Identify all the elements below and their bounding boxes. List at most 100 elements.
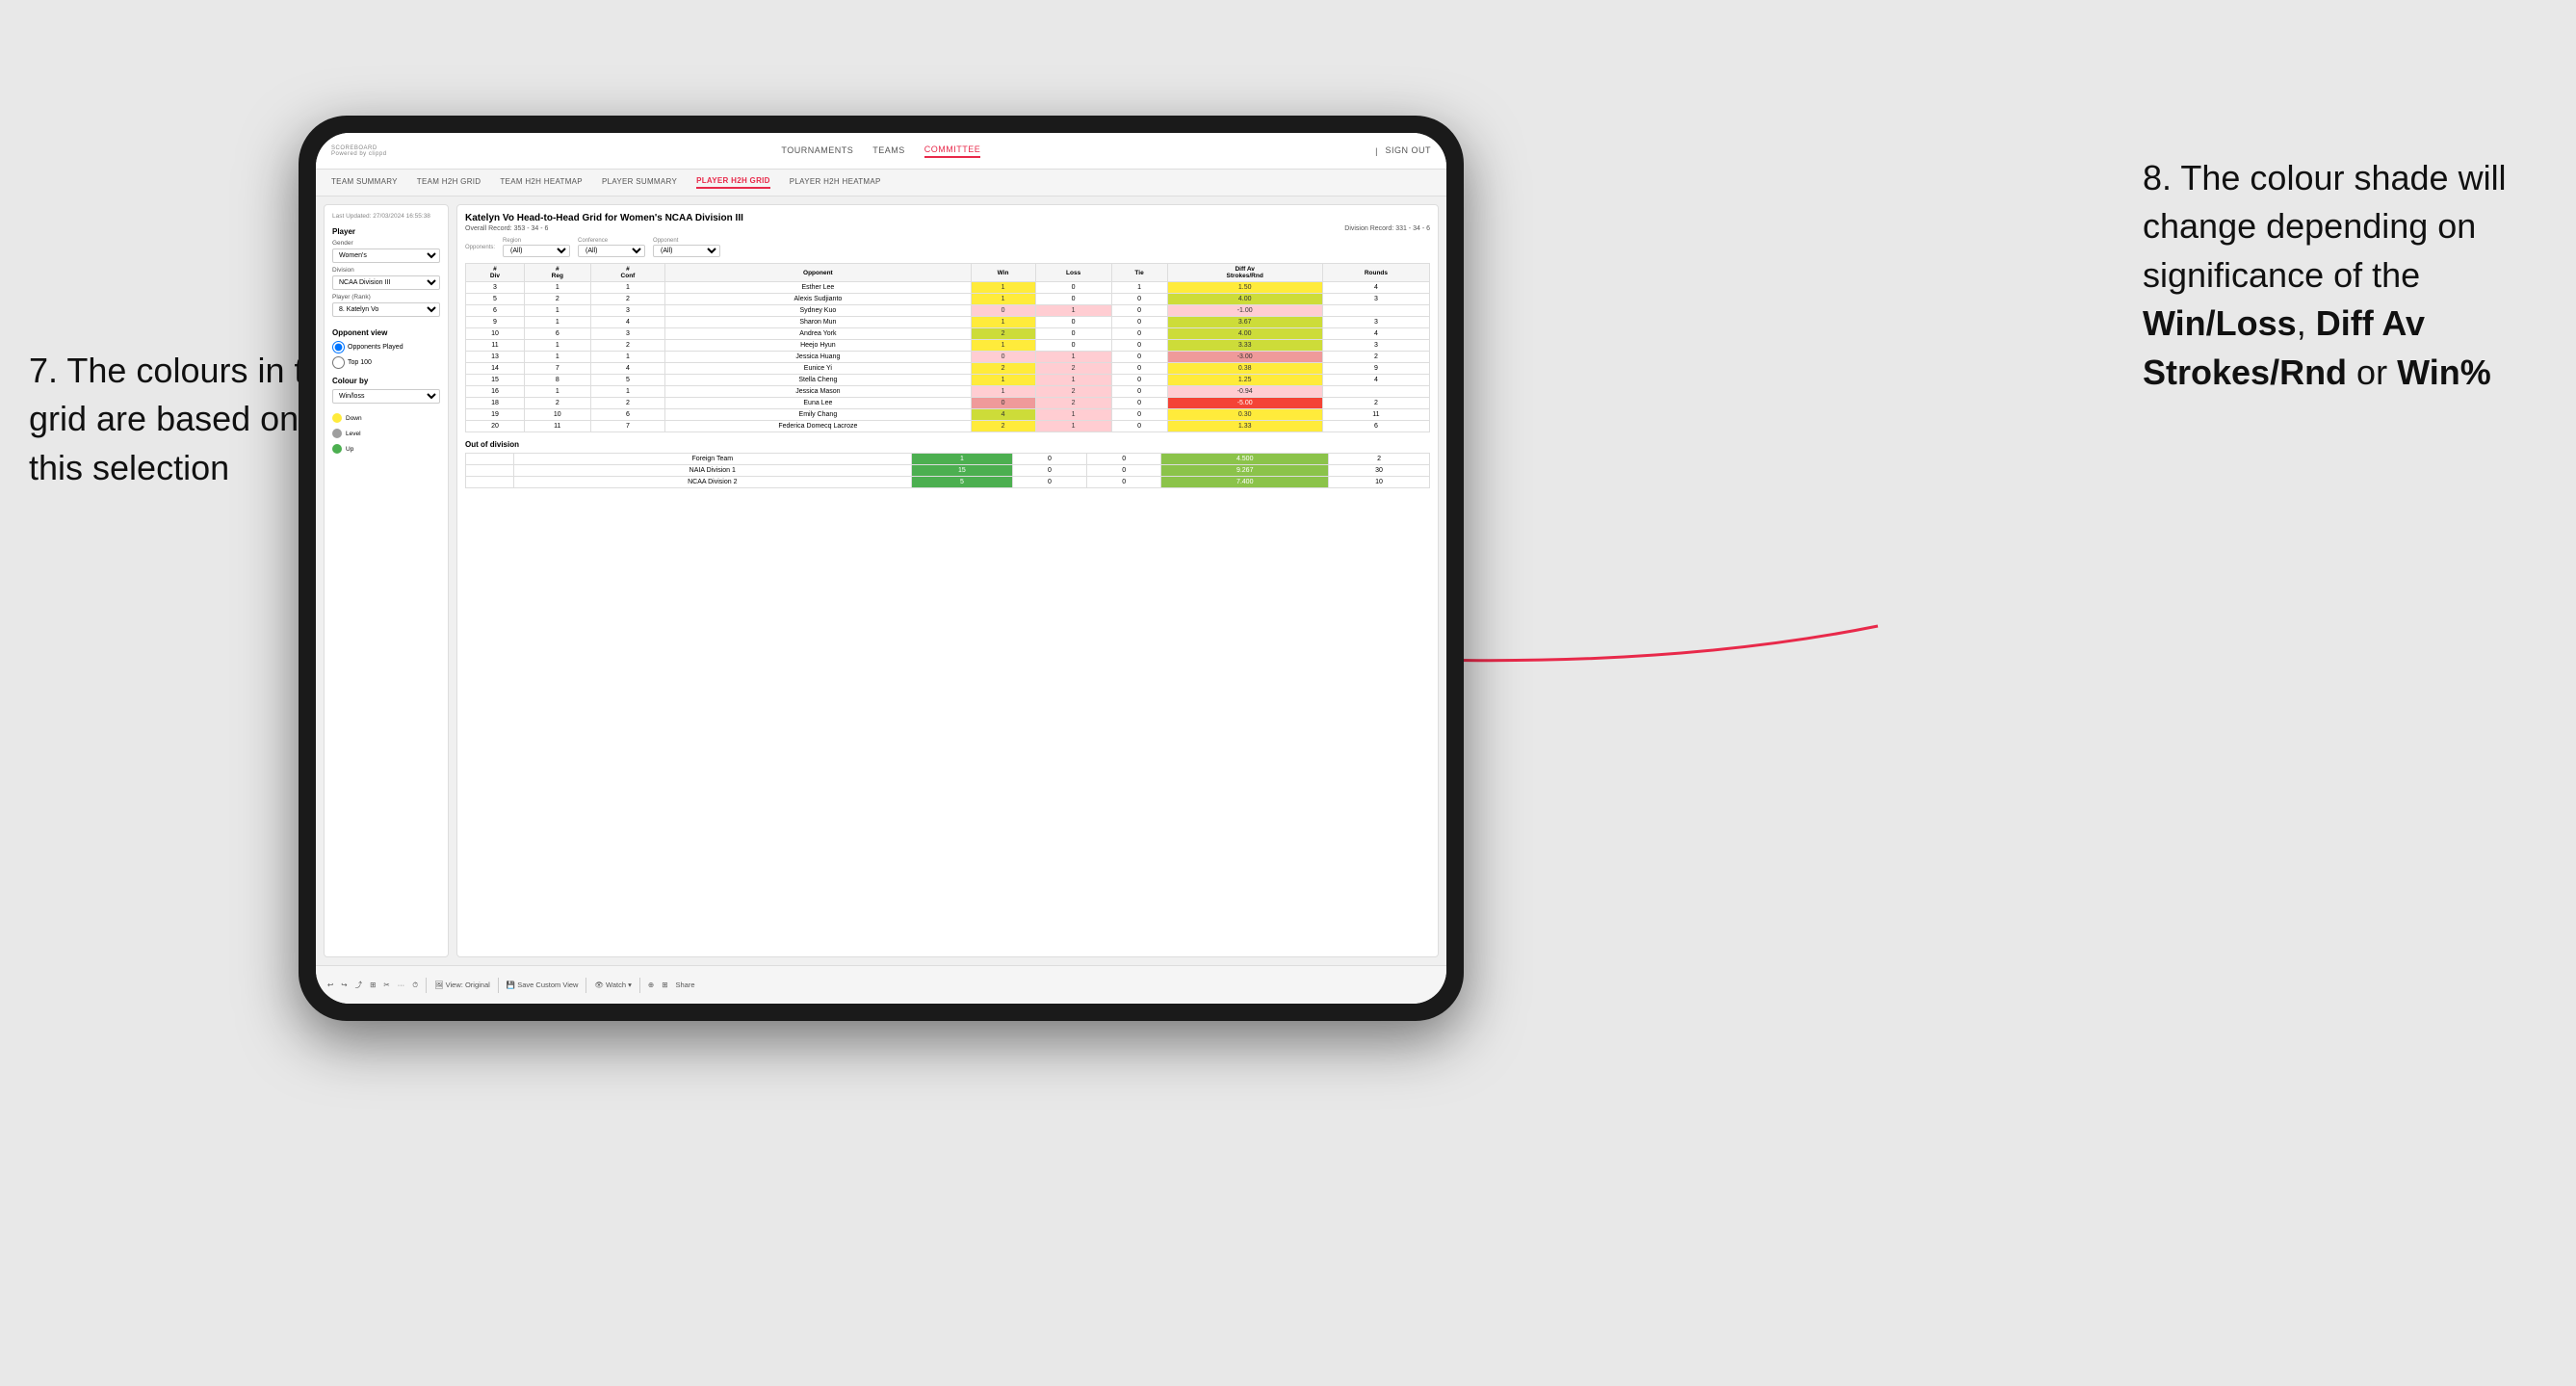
cell-opponent: Eunice Yi xyxy=(665,363,971,375)
cell-diff: -5.00 xyxy=(1167,398,1322,409)
cell-opponent: Heejo Hyun xyxy=(665,340,971,352)
cell-win: 1 xyxy=(971,340,1035,352)
cell-tie: 0 xyxy=(1111,386,1167,398)
tablet-device: SCOREBOARD Powered by clippd TOURNAMENTS… xyxy=(299,116,1464,1021)
region-select[interactable]: (All) xyxy=(503,245,570,257)
cell-win: 0 xyxy=(971,352,1035,363)
subnav-team-summary[interactable]: TEAM SUMMARY xyxy=(331,177,398,188)
cell-diff: 0.30 xyxy=(1167,409,1322,421)
cell-div: 13 xyxy=(466,352,525,363)
toolbar-view-original[interactable]: 🖼 View: Original xyxy=(434,981,490,989)
cell-diff: 3.33 xyxy=(1167,340,1322,352)
cell-div: 15 xyxy=(466,375,525,386)
radio-top100[interactable]: Top 100 xyxy=(332,356,440,369)
table-row: 9 1 4 Sharon Mun 1 0 0 3.67 3 xyxy=(466,317,1430,328)
col-diff: Diff AvStrokes/Rnd xyxy=(1167,264,1322,282)
toolbar-share[interactable]: Share xyxy=(675,981,694,989)
annotation-left-text: The colours in the grid are based on thi… xyxy=(29,351,343,487)
cell-loss: 0 xyxy=(1035,294,1111,305)
annotation-right-number: 8. xyxy=(2143,158,2172,197)
colour-by-select[interactable]: Win/loss xyxy=(332,389,440,404)
col-opponent: Opponent xyxy=(665,264,971,282)
subnav-player-h2h-heatmap[interactable]: PLAYER H2H HEATMAP xyxy=(790,177,881,188)
cell-rounds: 3 xyxy=(1322,294,1429,305)
nav-teams[interactable]: TEAMS xyxy=(872,145,905,157)
toolbar-dots[interactable]: ··· xyxy=(398,981,405,989)
cell-diff: 1.25 xyxy=(1167,375,1322,386)
ood-cell-tie: 0 xyxy=(1087,465,1161,477)
sidebar-timestamp: Last Updated: 27/03/2024 16:55:38 xyxy=(332,213,440,220)
cell-conf: 4 xyxy=(590,363,665,375)
cell-loss: 2 xyxy=(1035,386,1111,398)
conference-select[interactable]: (All) xyxy=(578,245,645,257)
cell-diff: 3.67 xyxy=(1167,317,1322,328)
col-win: Win xyxy=(971,264,1035,282)
ood-table: Foreign Team 1 0 0 4.500 2 NAIA Division… xyxy=(465,453,1430,488)
subnav-team-h2h-grid[interactable]: TEAM H2H GRID xyxy=(417,177,481,188)
cell-conf: 2 xyxy=(590,398,665,409)
cell-rounds: 4 xyxy=(1322,375,1429,386)
cell-reg: 7 xyxy=(524,363,590,375)
radio-opponents-played-input[interactable] xyxy=(332,341,345,353)
cell-loss: 0 xyxy=(1035,317,1111,328)
ood-cell-empty xyxy=(466,477,514,488)
opponent-select[interactable]: (All) xyxy=(653,245,720,257)
opponents-filter-label: Opponents: xyxy=(465,245,495,250)
cell-div: 5 xyxy=(466,294,525,305)
cell-tie: 0 xyxy=(1111,317,1167,328)
cell-reg: 10 xyxy=(524,409,590,421)
cell-rounds: 2 xyxy=(1322,352,1429,363)
col-loss: Loss xyxy=(1035,264,1111,282)
cell-tie: 0 xyxy=(1111,363,1167,375)
ood-cell-loss: 0 xyxy=(1012,477,1086,488)
toolbar-undo[interactable]: ↩ xyxy=(327,981,333,989)
legend-up-label: Up xyxy=(346,446,353,453)
legend-level-label: Level xyxy=(346,431,361,437)
radio-top100-input[interactable] xyxy=(332,356,345,369)
cell-div: 14 xyxy=(466,363,525,375)
annotation-left-number: 7. xyxy=(29,351,58,390)
toolbar-grid[interactable]: ⊞ xyxy=(370,981,376,989)
subnav-player-h2h-grid[interactable]: PLAYER H2H GRID xyxy=(696,176,770,189)
legend-up-circle xyxy=(332,444,342,454)
ood-cell-label: NCAA Division 2 xyxy=(513,477,911,488)
sidebar-player-rank-select[interactable]: 8. Katelyn Vo xyxy=(332,302,440,317)
toolbar-cut[interactable]: ✂ xyxy=(383,981,389,989)
toolbar-plus[interactable]: ⊕ xyxy=(648,981,654,989)
cell-loss: 1 xyxy=(1035,375,1111,386)
annotation-right-text: The colour shade will change depending o… xyxy=(2143,158,2507,392)
cell-conf: 6 xyxy=(590,409,665,421)
cell-reg: 1 xyxy=(524,305,590,317)
radio-opponents-played[interactable]: Opponents Played xyxy=(332,341,440,353)
ood-row: Foreign Team 1 0 0 4.500 2 xyxy=(466,454,1430,465)
cell-tie: 0 xyxy=(1111,421,1167,432)
toolbar-watch[interactable]: 👁 Watch ▾ xyxy=(594,981,631,989)
main-grid: Katelyn Vo Head-to-Head Grid for Women's… xyxy=(456,204,1439,957)
toolbar-save-custom[interactable]: 💾 Save Custom View xyxy=(507,981,579,989)
cell-div: 20 xyxy=(466,421,525,432)
cell-win: 1 xyxy=(971,317,1035,328)
cell-opponent: Sharon Mun xyxy=(665,317,971,328)
legend-down-circle xyxy=(332,413,342,423)
cell-loss: 1 xyxy=(1035,352,1111,363)
subnav-team-h2h-heatmap[interactable]: TEAM H2H HEATMAP xyxy=(500,177,583,188)
sign-out-link[interactable]: Sign out xyxy=(1385,145,1431,157)
cell-reg: 1 xyxy=(524,386,590,398)
sidebar-gender-select[interactable]: Women's xyxy=(332,248,440,263)
sidebar-division-select[interactable]: NCAA Division III xyxy=(332,275,440,290)
cell-opponent: Sydney Kuo xyxy=(665,305,971,317)
toolbar-timer[interactable]: ⏱ xyxy=(412,981,418,990)
table-row: 18 2 2 Euna Lee 0 2 0 -5.00 2 xyxy=(466,398,1430,409)
toolbar-divider-3 xyxy=(585,978,586,993)
legend-level-circle xyxy=(332,429,342,438)
toolbar-redo[interactable]: ↪ xyxy=(341,981,347,989)
nav-committee[interactable]: COMMITTEE xyxy=(924,144,981,158)
nav-tournaments[interactable]: TOURNAMENTS xyxy=(781,145,853,157)
subnav-player-summary[interactable]: PLAYER SUMMARY xyxy=(602,177,677,188)
toolbar-up[interactable]: ⤴ xyxy=(355,980,363,990)
toolbar-share-grid[interactable]: ⊞ xyxy=(662,981,667,989)
cell-win: 1 xyxy=(971,294,1035,305)
ood-cell-rounds: 30 xyxy=(1329,465,1430,477)
cell-reg: 8 xyxy=(524,375,590,386)
table-row: 5 2 2 Alexis Sudjianto 1 0 0 4.00 3 xyxy=(466,294,1430,305)
